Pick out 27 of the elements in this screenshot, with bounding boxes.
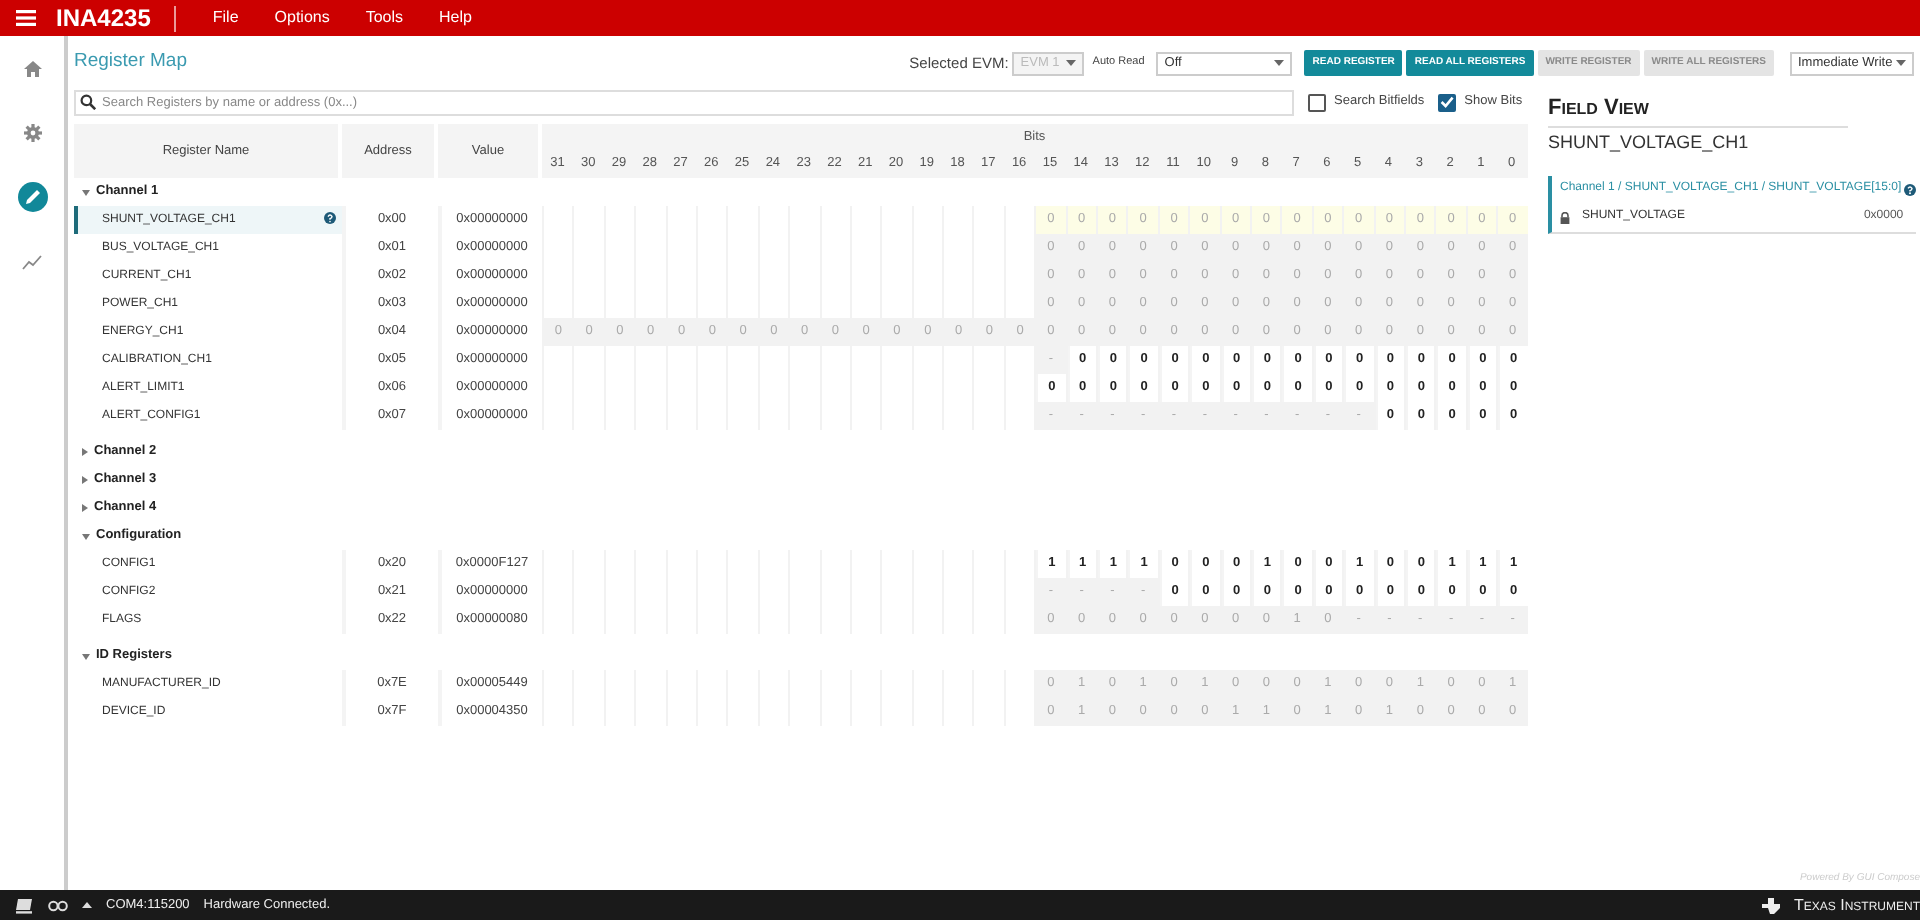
check-icon: [1440, 96, 1455, 108]
logo-icon: [1761, 897, 1780, 913]
page-title: Register Map: [74, 48, 187, 77]
menu-item[interactable]: Options: [238, 6, 330, 30]
home-icon: [23, 60, 41, 78]
pencil-icon: [23, 188, 41, 206]
brand-name: Texas Instrument: [1793, 893, 1920, 917]
menu-item[interactable]: File: [176, 6, 239, 30]
menu-icon[interactable]: [16, 10, 36, 26]
register-title: SHUNT_VOLTAGE_CH1: [1548, 129, 1751, 156]
nav-button[interactable]: [17, 182, 47, 212]
menu-item[interactable]: Tools: [329, 6, 404, 30]
help-icon[interactable]: [1903, 183, 1916, 195]
app-title: INA4235: [36, 5, 177, 31]
caret-icon: [1066, 60, 1077, 66]
checkbox[interactable]: [1308, 93, 1326, 111]
device-icon[interactable]: [16, 897, 34, 913]
menu-item[interactable]: Help: [403, 6, 472, 30]
line-chart-icon: [22, 253, 42, 269]
caret-icon: [1896, 60, 1906, 66]
gear-icon: [23, 124, 41, 142]
caret-up-icon[interactable]: [82, 902, 92, 908]
help-icon[interactable]: [324, 212, 336, 224]
caret-icon: [1274, 60, 1285, 66]
checkbox[interactable]: [1438, 93, 1457, 111]
panel-title: Field View: [1548, 92, 1848, 127]
link-icon[interactable]: [48, 899, 68, 911]
